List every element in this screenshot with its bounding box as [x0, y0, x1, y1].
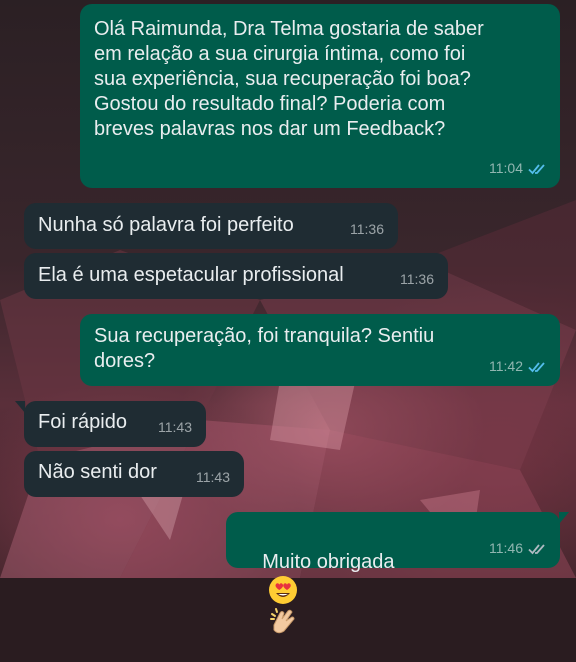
message-text: Olá Raimunda, Dra Telma gostaria de sabe… [94, 18, 484, 140]
message-time: 11:36 [400, 271, 434, 287]
message-time: 11:42 [489, 358, 523, 374]
message-text: Nunha só palavra foi perfeito [38, 214, 294, 236]
incoming-message[interactable]: Foi rápido 11:43 [15, 401, 206, 447]
incoming-message[interactable]: Não senti dor 11:43 [24, 451, 244, 497]
message-time: 11:46 [489, 540, 523, 556]
outgoing-message[interactable]: Olá Raimunda, Dra Telma gostaria de sabe… [80, 4, 560, 188]
outgoing-message[interactable]: Sua recuperação, foi tranquila? Sentiu d… [80, 314, 560, 386]
message-time: 11:04 [489, 160, 523, 176]
read-receipt-icon [528, 163, 548, 175]
bubble-tail [15, 401, 25, 413]
message-time: 11:36 [350, 221, 384, 237]
delivered-receipt-icon [528, 543, 548, 555]
message-meta: 11:42 [489, 354, 548, 379]
message-text: Sua recuperação, foi tranquila? Sentiu d… [94, 325, 435, 372]
message-meta: 11:04 [489, 156, 548, 181]
incoming-message[interactable]: Ela é uma espetacular profissional 11:36 [24, 253, 448, 299]
message-meta: 11:46 [489, 536, 548, 561]
bubble-tail [559, 512, 569, 524]
outgoing-message[interactable]: Muito obrigada 11:46 [226, 512, 569, 634]
clapping-hands-emoji [270, 608, 295, 634]
message-meta: 11:43 [158, 415, 192, 440]
read-receipt-icon [528, 361, 548, 373]
message-time: 11:43 [196, 469, 230, 485]
message-time: 11:43 [158, 419, 192, 435]
message-meta: 11:36 [400, 267, 434, 292]
heart-eyes-emoji [269, 576, 298, 604]
message-text: Ela é uma espetacular profissional [38, 264, 344, 286]
message-text: Muito obrigada [262, 551, 395, 573]
message-meta: 11:36 [350, 217, 384, 242]
incoming-message[interactable]: Nunha só palavra foi perfeito 11:36 [24, 203, 398, 249]
message-meta: 11:43 [196, 465, 230, 490]
